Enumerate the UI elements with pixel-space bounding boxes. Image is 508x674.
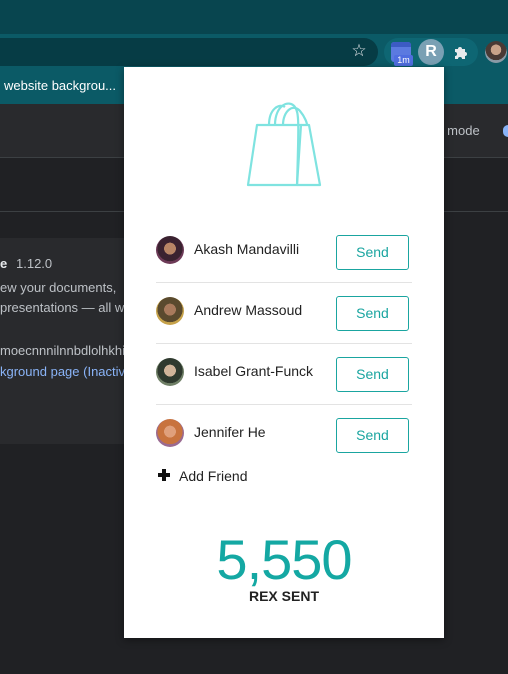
address-bar[interactable] bbox=[0, 38, 378, 66]
puzzle-icon[interactable] bbox=[452, 42, 472, 62]
star-icon[interactable]: ☆ bbox=[349, 41, 369, 61]
developer-mode-toggle[interactable] bbox=[503, 125, 508, 137]
send-button[interactable]: Send bbox=[336, 235, 409, 270]
friend-row: Isabel Grant-Funck Send bbox=[156, 344, 412, 405]
friend-avatar bbox=[156, 358, 184, 386]
extension-card-description-2: presentations — all w bbox=[0, 300, 125, 315]
total-sent-value: 5,550 bbox=[216, 528, 352, 591]
add-friend-label: Add Friend bbox=[179, 468, 248, 484]
send-button[interactable]: Send bbox=[336, 296, 409, 331]
friend-name: Jennifer He bbox=[194, 424, 266, 440]
extension-badge: 1m bbox=[394, 55, 413, 66]
rex-extension-button[interactable]: R bbox=[418, 39, 444, 65]
friend-avatar bbox=[156, 297, 184, 325]
plus-icon bbox=[158, 469, 170, 481]
extension-card-id: moecnnnilnnbdlolhkhi bbox=[0, 343, 126, 358]
background-page-link[interactable]: kground page (Inactive bbox=[0, 364, 132, 379]
profile-avatar[interactable] bbox=[485, 41, 507, 63]
friend-list: Akash Mandavilli Send Andrew Massoud Sen… bbox=[156, 222, 412, 466]
calendar-extension-header bbox=[391, 42, 411, 47]
extension-card-description: ew your documents, bbox=[0, 280, 117, 295]
extension-card-version: 1.12.0 bbox=[16, 256, 53, 271]
total-sent-label: REX SENT bbox=[248, 588, 319, 604]
bookmark-item[interactable]: website backgrou... bbox=[4, 78, 116, 93]
send-button[interactable]: Send bbox=[336, 418, 409, 453]
friend-row: Jennifer He Send bbox=[156, 405, 412, 466]
friend-row: Akash Mandavilli Send bbox=[156, 222, 412, 283]
friend-name: Akash Mandavilli bbox=[194, 241, 300, 257]
friend-name: Andrew Massoud bbox=[194, 302, 303, 318]
extension-card-title: e bbox=[0, 256, 8, 271]
friend-row: Andrew Massoud Send bbox=[156, 283, 412, 344]
shopping-bag-icon bbox=[246, 102, 322, 187]
friend-avatar bbox=[156, 236, 184, 264]
tab-strip bbox=[0, 0, 508, 34]
friend-name: Isabel Grant-Funck bbox=[194, 363, 314, 379]
send-button[interactable]: Send bbox=[336, 357, 409, 392]
friend-avatar bbox=[156, 419, 184, 447]
